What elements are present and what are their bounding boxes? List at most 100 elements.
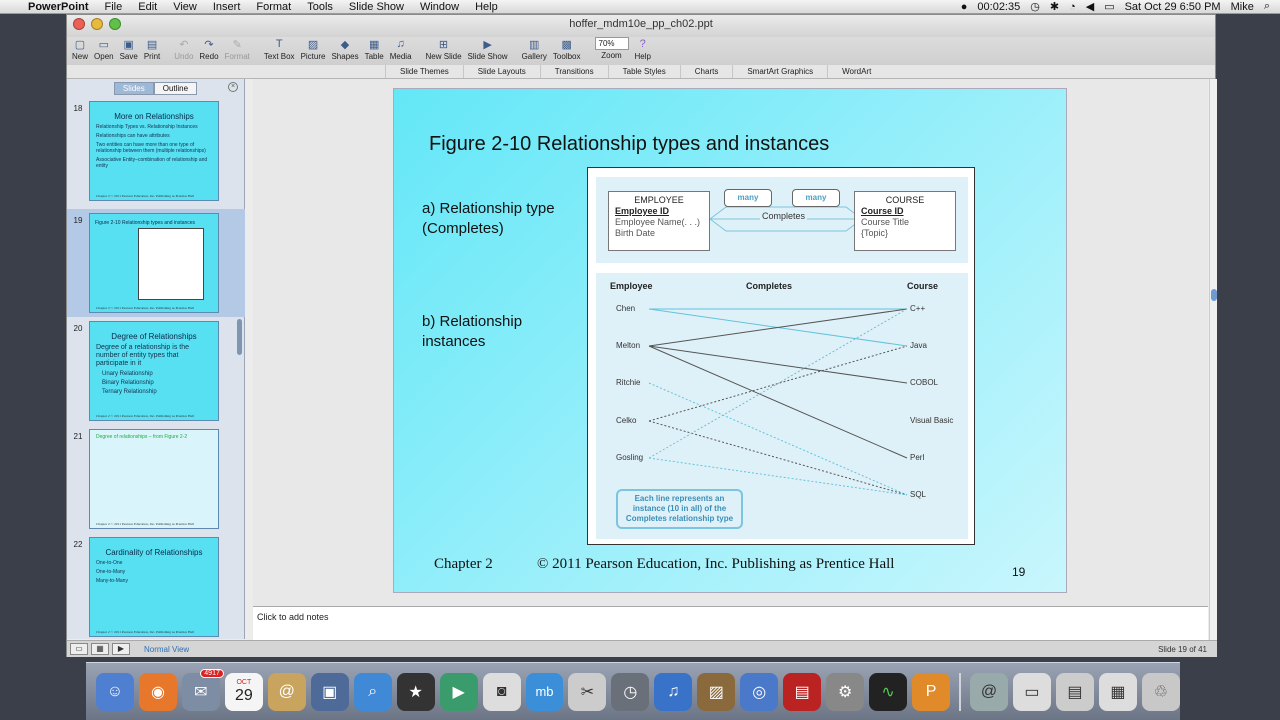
spotlight-search-icon[interactable]: ⌕ bbox=[1264, 0, 1270, 13]
powerpoint-dock-icon[interactable]: P bbox=[912, 672, 951, 711]
ribbon-tab-transitions[interactable]: Transitions bbox=[539, 65, 608, 78]
relationship-name: Completes bbox=[760, 211, 808, 221]
menu-app-name[interactable]: PowerPoint bbox=[24, 1, 97, 13]
zoom-select[interactable]: 70% bbox=[594, 37, 629, 50]
shapes-button[interactable]: ◆ Shapes bbox=[328, 37, 361, 62]
itunes-icon[interactable]: ♫ bbox=[654, 672, 693, 711]
ribbon-tab-wordart[interactable]: WordArt bbox=[827, 65, 885, 78]
mail-icon[interactable]: ✉ 4917 bbox=[181, 668, 224, 711]
virtualbox-icon[interactable]: ▣ bbox=[310, 672, 349, 711]
footer-copyright[interactable]: © 2011 Pearson Education, Inc. Publishin… bbox=[537, 556, 894, 573]
menu-tools[interactable]: Tools bbox=[299, 1, 341, 13]
finder-icon[interactable]: ☺ bbox=[96, 672, 134, 711]
slide-sorter-button[interactable]: ▦ bbox=[91, 643, 109, 655]
picture-button[interactable]: ▨ Picture bbox=[298, 37, 329, 62]
slides-pane-scrollbar[interactable] bbox=[237, 319, 242, 355]
system-preferences-icon[interactable]: ⚙ bbox=[826, 672, 865, 711]
photo-booth-icon[interactable]: ▤ bbox=[783, 672, 822, 711]
preview-icon[interactable]: ⌕ bbox=[353, 672, 392, 711]
ribbon-tab-slide-themes[interactable]: Slide Themes bbox=[385, 65, 463, 78]
time-machine-dock-icon[interactable]: ◷ bbox=[611, 672, 650, 711]
documents-stack-icon[interactable]: ▭ bbox=[1013, 672, 1051, 711]
network-icon[interactable]: @ bbox=[970, 672, 1009, 711]
wifi-icon[interactable]: ◔ bbox=[1069, 1, 1076, 13]
menu-help[interactable]: Help bbox=[467, 1, 506, 13]
firefox-icon[interactable]: ◉ bbox=[138, 672, 177, 711]
open-button[interactable]: ▭ Open bbox=[91, 37, 117, 62]
editor-scrollbar[interactable] bbox=[1209, 79, 1217, 640]
help-button[interactable]: ? Help bbox=[632, 37, 654, 61]
normal-view-button[interactable]: ▭ bbox=[70, 643, 88, 655]
slide-show-view-button[interactable]: ▶ bbox=[112, 643, 130, 655]
save-button[interactable]: ▣ Save bbox=[117, 37, 141, 62]
undo-button[interactable]: ↶ Undo bbox=[171, 37, 196, 62]
ribbon-tab-table-styles[interactable]: Table Styles bbox=[607, 65, 680, 78]
mindbox-icon[interactable]: mb bbox=[525, 672, 564, 711]
menu-window[interactable]: Window bbox=[412, 1, 467, 13]
trash-icon[interactable]: ♲ bbox=[1141, 672, 1180, 711]
minimize-window-button[interactable] bbox=[91, 18, 103, 30]
slide-thumbnail[interactable]: 18 More on Relationships Relationship Ty… bbox=[67, 101, 245, 201]
user-name[interactable]: Mike bbox=[1231, 1, 1254, 13]
slide-show-button[interactable]: ▶ Slide Show bbox=[465, 37, 511, 62]
slide-count: Slide 19 of 41 bbox=[1158, 644, 1207, 654]
record-icon[interactable]: ● bbox=[961, 1, 968, 13]
employee-gosling: Gosling bbox=[616, 453, 644, 462]
ribbon-tab-slide-layouts[interactable]: Slide Layouts bbox=[462, 65, 540, 78]
label-relationship-type[interactable]: a) Relationship type (Completes) bbox=[422, 199, 555, 239]
slide-thumbnail-selected[interactable]: 19 Figure 2-10 Relationship types and in… bbox=[67, 209, 245, 317]
tab-outline[interactable]: Outline bbox=[153, 81, 198, 95]
text-box-button[interactable]: T Text Box bbox=[261, 37, 298, 61]
current-slide[interactable]: Figure 2-10 Relationship types and insta… bbox=[393, 88, 1067, 593]
time-machine-icon[interactable]: ◷ bbox=[1030, 0, 1040, 13]
imovie-icon[interactable]: ★ bbox=[396, 672, 435, 711]
battery-icon[interactable]: ▭ bbox=[1104, 0, 1114, 13]
menu-edit[interactable]: Edit bbox=[130, 1, 165, 13]
slide-thumbnail[interactable]: 21 Degree of relationships – from Figure… bbox=[67, 429, 245, 529]
gallery-button[interactable]: ▥ Gallery bbox=[519, 37, 550, 62]
slide-thumbnail[interactable]: 20 Degree of Relationships Degree of a r… bbox=[67, 321, 245, 421]
screenshot-stack-icon[interactable]: ▦ bbox=[1098, 672, 1137, 711]
slide-number[interactable]: 19 bbox=[1012, 565, 1025, 579]
toolbox-button[interactable]: ▩ Toolbox bbox=[550, 37, 584, 62]
new-button[interactable]: ▢ New bbox=[69, 37, 91, 62]
tab-slides[interactable]: Slides bbox=[113, 81, 154, 95]
new-slide-button[interactable]: ⊞ New Slide bbox=[423, 37, 465, 62]
menu-slide-show[interactable]: Slide Show bbox=[341, 1, 412, 13]
downloads-stack-icon[interactable]: ▤ bbox=[1055, 672, 1094, 711]
volume-icon[interactable]: ◀ bbox=[1086, 0, 1094, 13]
redo-button[interactable]: ↷ Redo bbox=[196, 37, 221, 62]
course-cpp: C++ bbox=[910, 304, 926, 313]
calendar-icon[interactable]: OCT 29 bbox=[224, 672, 263, 711]
iphoto-icon[interactable]: ▨ bbox=[697, 672, 736, 711]
scroll-thumb[interactable] bbox=[1211, 289, 1217, 301]
label-relationship-instances[interactable]: b) Relationship instances bbox=[422, 312, 522, 352]
zoom-control[interactable]: 70% Zoom bbox=[592, 37, 632, 60]
menu-format[interactable]: Format bbox=[248, 1, 299, 13]
address-book-icon[interactable]: @ bbox=[267, 672, 306, 711]
activity-monitor-icon[interactable]: ∿ bbox=[869, 672, 908, 711]
notes-field[interactable]: Click to add notes bbox=[253, 606, 1208, 640]
quicktime-icon[interactable]: ▶ bbox=[439, 672, 478, 711]
zoom-window-button[interactable] bbox=[109, 18, 121, 30]
camera-icon[interactable]: ◙ bbox=[482, 672, 521, 711]
menu-view[interactable]: View bbox=[165, 1, 205, 13]
slide-title[interactable]: Figure 2-10 Relationship types and insta… bbox=[429, 133, 829, 156]
print-button[interactable]: ▤ Print bbox=[141, 37, 163, 62]
scissors-icon[interactable]: ✂ bbox=[568, 672, 607, 711]
footer-chapter[interactable]: Chapter 2 bbox=[434, 556, 493, 573]
close-pane-icon[interactable]: × bbox=[228, 82, 238, 92]
ribbon-tab-charts[interactable]: Charts bbox=[679, 65, 733, 78]
slide-thumbnail[interactable]: 22 Cardinality of Relationships One-to-O… bbox=[67, 537, 245, 637]
bluetooth-icon[interactable]: ✱ bbox=[1050, 0, 1059, 13]
table-button[interactable]: ▦ Table bbox=[362, 37, 387, 62]
menu-insert[interactable]: Insert bbox=[205, 1, 249, 13]
close-window-button[interactable] bbox=[73, 18, 85, 30]
ribbon-tab-smartart[interactable]: SmartArt Graphics bbox=[732, 65, 827, 78]
format-button[interactable]: ✎ Format bbox=[222, 37, 253, 62]
figure-2-10[interactable]: EMPLOYEE Employee ID Employee Name(. . .… bbox=[587, 167, 975, 545]
dvd-player-icon[interactable]: ◎ bbox=[740, 672, 779, 711]
media-button[interactable]: ♫ Media bbox=[387, 37, 415, 61]
menu-file[interactable]: File bbox=[97, 1, 131, 13]
clock[interactable]: Sat Oct 29 6:50 PM bbox=[1125, 1, 1221, 13]
